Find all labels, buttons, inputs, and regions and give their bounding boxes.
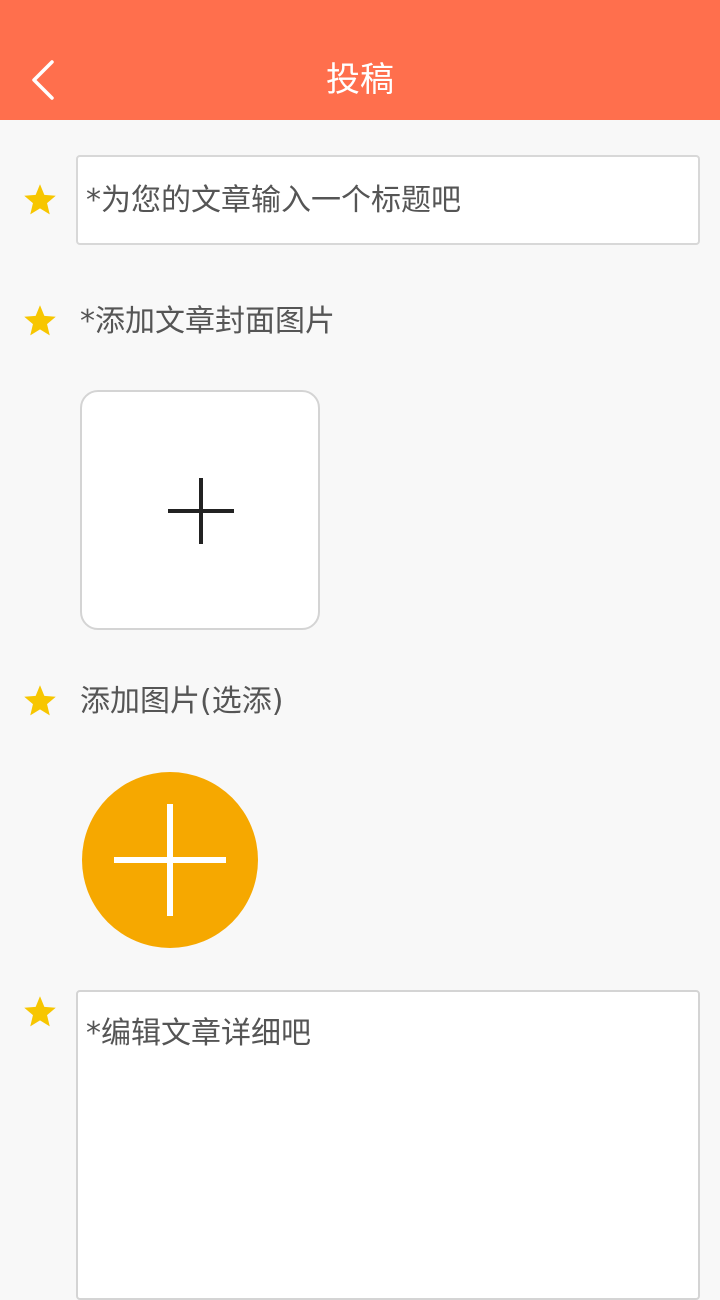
required-star-icon [24,996,56,1027]
optional-images-label: 添加图片(选添) [80,684,284,719]
star-icon [24,685,56,716]
article-title-input[interactable] [76,155,700,245]
page-title: 投稿 [326,60,394,100]
required-star-icon [24,184,56,215]
required-star-icon [24,305,56,336]
app-header: 投稿 [0,0,720,120]
plus-icon [114,804,226,916]
add-cover-image-button[interactable] [80,390,320,630]
plus-icon [168,478,234,544]
cover-image-label: *添加文章封面图片 [80,304,335,339]
article-content-textarea[interactable] [76,990,700,1300]
add-image-button[interactable] [82,772,258,948]
